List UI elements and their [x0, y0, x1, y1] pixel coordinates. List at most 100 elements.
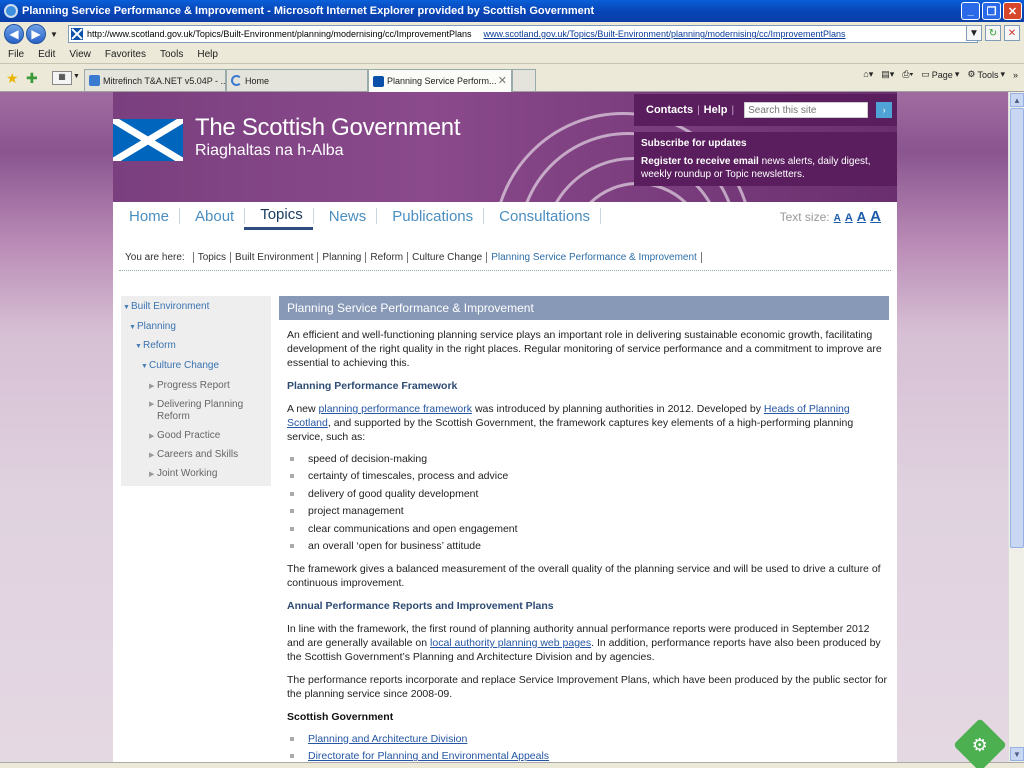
- window-title: Planning Service Performance & Improveme…: [22, 5, 595, 17]
- back-button[interactable]: ◀: [4, 24, 24, 44]
- stop-icon[interactable]: ✕: [1004, 25, 1020, 41]
- text-size-medium[interactable]: A: [845, 212, 853, 224]
- home-icon[interactable]: ⌂▾: [863, 69, 873, 80]
- header-utility-box: Contacts | Help | ›: [634, 94, 897, 126]
- subscribe-link[interactable]: Register to receive email: [641, 156, 759, 167]
- sidebar-item-progress-report[interactable]: ▶ Progress Report: [149, 380, 230, 393]
- breadcrumb-topics[interactable]: Topics: [192, 252, 226, 263]
- address-toolbar: ◀ ▶ ▼ http://www.scotland.gov.uk/Topics/…: [0, 22, 1024, 46]
- nav-about[interactable]: About: [179, 202, 246, 230]
- sidebar-item-label: Progress Report: [157, 380, 230, 391]
- text: , and supported by the Scottish Governme…: [287, 417, 854, 443]
- maximize-button[interactable]: ❐: [982, 2, 1001, 20]
- search-submit-button[interactable]: ›: [876, 102, 893, 118]
- breadcrumb-built-environment[interactable]: Built Environment: [230, 252, 313, 263]
- breadcrumb-culture-change[interactable]: Culture Change: [407, 252, 482, 263]
- nav-topics[interactable]: Topics: [244, 202, 314, 230]
- sidebar-item-reform[interactable]: ▼Reform: [135, 340, 176, 353]
- logo-subtitle: Riaghaltas na h-Alba: [195, 142, 344, 159]
- sidebar-item-culture-change[interactable]: ▼Culture Change: [141, 360, 219, 373]
- address-dropdown-icon[interactable]: ▼: [966, 25, 982, 41]
- nav-home[interactable]: Home: [113, 202, 181, 230]
- close-tab-icon[interactable]: ✕: [498, 74, 507, 87]
- minimize-button[interactable]: _: [961, 2, 980, 20]
- planning-performance-framework-link[interactable]: planning performance framework: [319, 403, 473, 415]
- refresh-icon[interactable]: ↻: [985, 25, 1001, 41]
- feeds-icon[interactable]: ▤▾: [881, 69, 894, 80]
- menu-help[interactable]: Help: [197, 49, 218, 60]
- sidebar-item-label: Culture Change: [149, 360, 220, 371]
- breadcrumb-planning[interactable]: Planning: [317, 252, 361, 263]
- sidebar-item-label: Joint Working: [157, 468, 218, 479]
- tools-menu[interactable]: ⚙ Tools ▾: [967, 69, 1005, 80]
- list-item: project management: [287, 504, 887, 518]
- tab-mitrefinch[interactable]: Mitrefinch T&A.NET v5.04P - ...: [84, 69, 226, 91]
- subscribe-box: Subscribe for updates Register to receiv…: [634, 132, 897, 186]
- address-field[interactable]: http://www.scotland.gov.uk/Topics/Built-…: [68, 25, 978, 43]
- sidebar-item-careers-and-skills[interactable]: ▶ Careers and Skills: [149, 449, 238, 462]
- sidebar-item-label: Reform: [143, 340, 176, 351]
- vertical-scrollbar[interactable]: ▲ ▼: [1008, 92, 1024, 762]
- nav-publications[interactable]: Publications: [376, 202, 485, 230]
- sidebar-item-planning[interactable]: ▼Planning: [129, 321, 176, 334]
- window-title-bar: Planning Service Performance & Improveme…: [0, 0, 1024, 22]
- tab-home[interactable]: Home: [226, 69, 368, 91]
- menu-bar: File Edit View Favorites Tools Help: [0, 46, 1024, 64]
- saltire-flag-icon: [113, 119, 183, 161]
- menu-view[interactable]: View: [69, 49, 91, 60]
- menu-edit[interactable]: Edit: [38, 49, 55, 60]
- page-menu-label: Page: [931, 69, 953, 80]
- sidebar-item-label: Planning: [137, 321, 176, 332]
- framework-elements-list: speed of decision-making certainty of ti…: [287, 452, 887, 553]
- forward-button[interactable]: ▶: [26, 24, 46, 44]
- sidebar-item-good-practice[interactable]: ▶ Good Practice: [149, 430, 220, 443]
- print-icon[interactable]: ⎙▾: [902, 69, 913, 80]
- text-size-small[interactable]: A: [834, 213, 841, 224]
- logo-title[interactable]: The Scottish Government: [195, 114, 461, 142]
- menu-file[interactable]: File: [8, 49, 24, 60]
- breadcrumb-reform[interactable]: Reform: [365, 252, 403, 263]
- menu-tools[interactable]: Tools: [160, 49, 183, 60]
- planning-architecture-division-link[interactable]: Planning and Architecture Division: [308, 733, 467, 745]
- scroll-down-icon[interactable]: ▼: [1010, 747, 1024, 761]
- tab-favicon-icon: [373, 75, 384, 87]
- contacts-link[interactable]: Contacts: [646, 104, 693, 116]
- reports-paragraph-2: The performance reports incorporate and …: [287, 673, 887, 700]
- sidebar-item-delivering-planning-reform[interactable]: ▶ Delivering Planning Reform: [149, 399, 249, 423]
- search-input[interactable]: [744, 102, 869, 118]
- breadcrumb-current: Planning Service Performance & Improveme…: [486, 252, 697, 263]
- scroll-up-icon[interactable]: ▲: [1010, 93, 1024, 107]
- main-navigation: Home About Topics News Publications Cons…: [113, 202, 897, 230]
- scroll-thumb[interactable]: [1010, 108, 1024, 548]
- new-tab-button[interactable]: [512, 69, 536, 91]
- quick-tabs-icon[interactable]: ▦: [52, 71, 72, 85]
- tab-list-dropdown-icon[interactable]: ▼: [73, 73, 80, 80]
- tools-menu-label: Tools: [977, 69, 999, 80]
- help-link[interactable]: Help: [704, 104, 728, 116]
- sidebar-item-label: Good Practice: [157, 430, 221, 441]
- tab-ie-icon: [89, 75, 100, 86]
- text-size-xlarge[interactable]: A: [870, 208, 881, 225]
- section-heading-framework: Planning Performance Framework: [287, 380, 458, 392]
- text-size-control: Text size: A A A A: [780, 208, 881, 225]
- sidebar-item-joint-working[interactable]: ▶ Joint Working: [149, 468, 217, 481]
- favorites-star-icon[interactable]: ★: [6, 70, 19, 87]
- menu-favorites[interactable]: Favorites: [105, 49, 146, 60]
- sidebar-item-built-environment[interactable]: ▼Built Environment: [123, 301, 209, 314]
- nav-news[interactable]: News: [313, 202, 377, 230]
- history-dropdown-icon[interactable]: ▼: [50, 30, 58, 39]
- expanded-arrow-icon: ▼: [129, 324, 136, 331]
- close-button[interactable]: ✕: [1003, 2, 1022, 20]
- tab-planning-service[interactable]: Planning Service Perform... ✕: [368, 69, 512, 92]
- local-authority-planning-link[interactable]: local authority planning web pages: [430, 637, 591, 649]
- nav-consultations[interactable]: Consultations: [483, 202, 601, 230]
- collapsed-arrow-icon: ▶: [149, 383, 155, 390]
- list-item: clear communications and open engagement: [287, 522, 887, 536]
- expanded-arrow-icon: ▼: [141, 363, 148, 370]
- add-favorite-icon[interactable]: ✚: [26, 70, 38, 87]
- content-area: You are here: Topics Built Environment P…: [113, 230, 897, 762]
- page-menu[interactable]: ▭ Page ▾: [921, 69, 959, 80]
- text-size-large[interactable]: A: [857, 209, 866, 224]
- dpea-link[interactable]: Directorate for Planning and Environment…: [308, 750, 549, 762]
- chevron-more-icon[interactable]: »: [1013, 70, 1018, 80]
